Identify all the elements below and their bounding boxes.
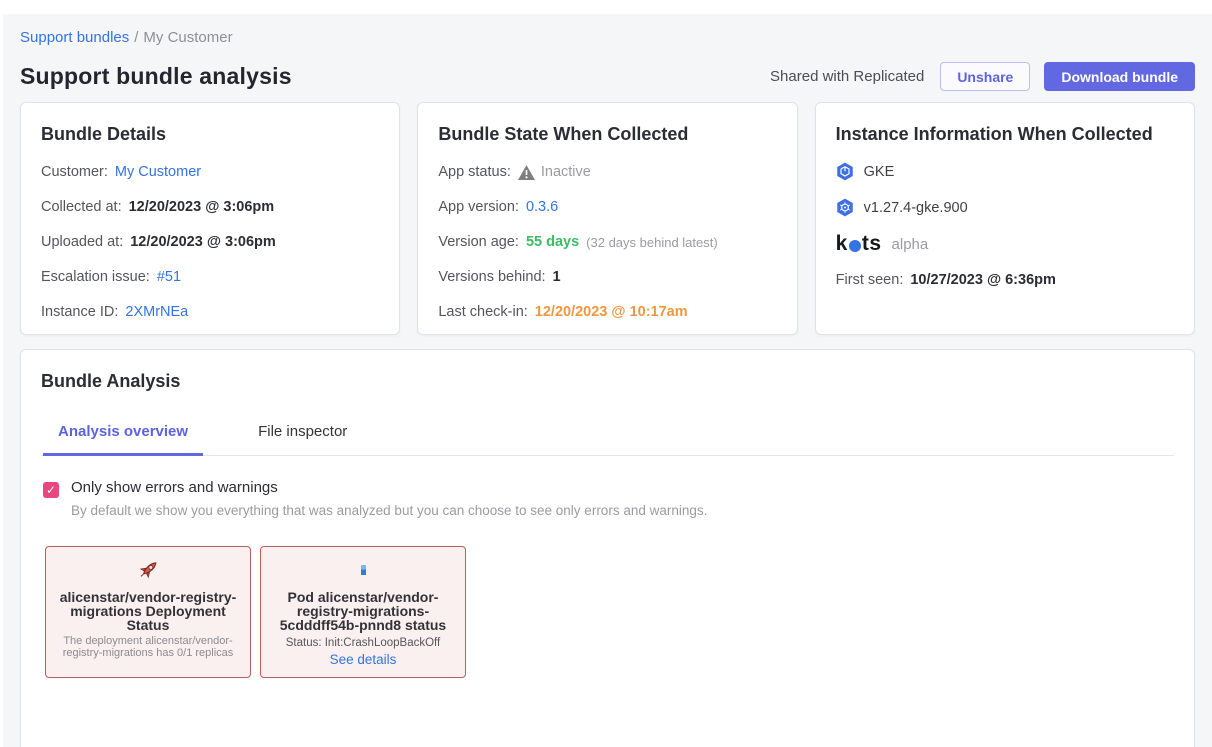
instance-info-title: Instance Information When Collected: [836, 124, 1174, 145]
customer-link[interactable]: My Customer: [115, 164, 201, 180]
versions-behind-row: Versions behind: 1: [438, 269, 776, 285]
error-card-status: Status: Init:CrashLoopBackOff: [269, 637, 457, 649]
escalation-issue-row: Escalation issue: #51: [41, 269, 379, 285]
escalation-issue-label: Escalation issue:: [41, 269, 150, 285]
version-age-row: Version age: 55 days (32 days behind lat…: [438, 234, 776, 250]
breadcrumb-current: My Customer: [143, 29, 232, 46]
tab-analysis-overview[interactable]: Analysis overview: [43, 417, 203, 456]
instance-id-row: Instance ID: 2XMrNEa: [41, 304, 379, 320]
breadcrumb: Support bundles / My Customer: [20, 29, 1212, 46]
bundle-state-card: Bundle State When Collected App status: …: [417, 102, 797, 335]
info-cards-row: Bundle Details Customer: My Customer Col…: [20, 102, 1195, 335]
collected-at-value: 12/20/2023 @ 3:06pm: [129, 199, 275, 215]
version-age-note: (32 days behind latest): [586, 235, 718, 250]
last-checkin-value: 12/20/2023 @ 10:17am: [535, 304, 688, 320]
last-checkin-row: Last check-in: 12/20/2023 @ 10:17am: [438, 304, 776, 320]
kots-logo-o-dot: [849, 240, 861, 252]
error-card-message: The deployment alicenstar/vendor-registr…: [54, 636, 242, 659]
bundle-details-card: Bundle Details Customer: My Customer Col…: [20, 102, 400, 335]
app-status-row: App status: Inactive: [438, 164, 776, 180]
collected-at-row: Collected at: 12/20/2023 @ 3:06pm: [41, 199, 379, 215]
pod-status-error-card[interactable]: Pod alicenstar/vendor-registry-migration…: [260, 546, 466, 678]
bundle-analysis-card: Bundle Analysis Analysis overview File i…: [20, 349, 1195, 747]
shared-status-text: Shared with Replicated: [770, 68, 924, 85]
versions-behind-value: 1: [553, 269, 561, 285]
filter-label[interactable]: Only show errors and warnings: [71, 479, 707, 496]
uploaded-at-value: 12/20/2023 @ 3:06pm: [130, 234, 276, 250]
k8s-version-row: v1.27.4-gke.900: [836, 198, 1174, 217]
collected-at-label: Collected at:: [41, 199, 122, 215]
escalation-issue-link[interactable]: #51: [157, 269, 181, 285]
bundle-analysis-title: Bundle Analysis: [41, 371, 1174, 392]
page-header: Support bundle analysis Shared with Repl…: [20, 62, 1195, 91]
see-details-link[interactable]: See details: [269, 652, 457, 667]
warning-triangle-icon: [518, 165, 535, 180]
uploaded-at-label: Uploaded at:: [41, 234, 123, 250]
k8s-version-value: v1.27.4-gke.900: [864, 200, 968, 216]
first-seen-label: First seen:: [836, 272, 904, 288]
kots-logo-k: k: [836, 232, 848, 256]
unshare-button[interactable]: Unshare: [940, 62, 1030, 91]
instance-id-link[interactable]: 2XMrNEa: [125, 304, 188, 320]
first-seen-value: 10/27/2023 @ 6:36pm: [910, 272, 1056, 288]
filter-description: By default we show you everything that w…: [71, 503, 707, 518]
download-bundle-button[interactable]: Download bundle: [1044, 62, 1195, 91]
rocket-icon: [54, 558, 242, 582]
analysis-results-row: alicenstar/vendor-registry-migrations De…: [45, 546, 1174, 678]
pod-icon: [269, 558, 457, 582]
app-status-value: Inactive: [541, 164, 591, 180]
instance-info-card: Instance Information When Collected GKE …: [815, 102, 1195, 335]
error-card-title: Pod alicenstar/vendor-registry-migration…: [269, 590, 457, 632]
kubernetes-icon: [836, 198, 854, 217]
page-title: Support bundle analysis: [20, 63, 292, 90]
uploaded-at-row: Uploaded at: 12/20/2023 @ 3:06pm: [41, 234, 379, 250]
bundle-state-title: Bundle State When Collected: [438, 124, 776, 145]
header-actions: Shared with Replicated Unshare Download …: [770, 62, 1195, 91]
distribution-row: GKE: [836, 162, 1174, 181]
pod-mini-glyph: [361, 565, 366, 575]
analysis-tabs: Analysis overview File inspector: [41, 417, 1174, 456]
instance-id-label: Instance ID:: [41, 304, 118, 320]
kots-logo-ts: ts: [862, 232, 882, 256]
filter-text-block: Only show errors and warnings By default…: [71, 479, 707, 518]
kots-row: kts alpha: [836, 232, 1174, 256]
support-bundle-analysis-page: Support bundles / My Customer Support bund…: [3, 14, 1212, 747]
breadcrumb-separator: /: [134, 29, 138, 46]
distribution-value: GKE: [864, 164, 895, 180]
version-age-label: Version age:: [438, 234, 519, 250]
breadcrumb-support-bundles-link[interactable]: Support bundles: [20, 29, 129, 46]
tab-file-inspector[interactable]: File inspector: [243, 417, 362, 455]
first-seen-row: First seen: 10/27/2023 @ 6:36pm: [836, 272, 1174, 288]
only-errors-checkbox[interactable]: ✓: [43, 482, 59, 498]
kots-channel: alpha: [892, 236, 929, 253]
last-checkin-label: Last check-in:: [438, 304, 527, 320]
kots-logo: kts: [836, 232, 882, 256]
app-status-label: App status:: [438, 164, 511, 180]
customer-row: Customer: My Customer: [41, 164, 379, 180]
bundle-details-title: Bundle Details: [41, 124, 379, 145]
customer-label: Customer:: [41, 164, 108, 180]
app-version-link[interactable]: 0.3.6: [526, 199, 558, 215]
app-version-label: App version:: [438, 199, 519, 215]
filter-row: ✓ Only show errors and warnings By defau…: [43, 479, 1174, 518]
app-version-row: App version: 0.3.6: [438, 199, 776, 215]
version-age-value: 55 days: [526, 234, 579, 250]
gke-icon: [836, 162, 854, 181]
versions-behind-label: Versions behind:: [438, 269, 545, 285]
deployment-status-error-card[interactable]: alicenstar/vendor-registry-migrations De…: [45, 546, 251, 678]
error-card-title: alicenstar/vendor-registry-migrations De…: [54, 590, 242, 632]
